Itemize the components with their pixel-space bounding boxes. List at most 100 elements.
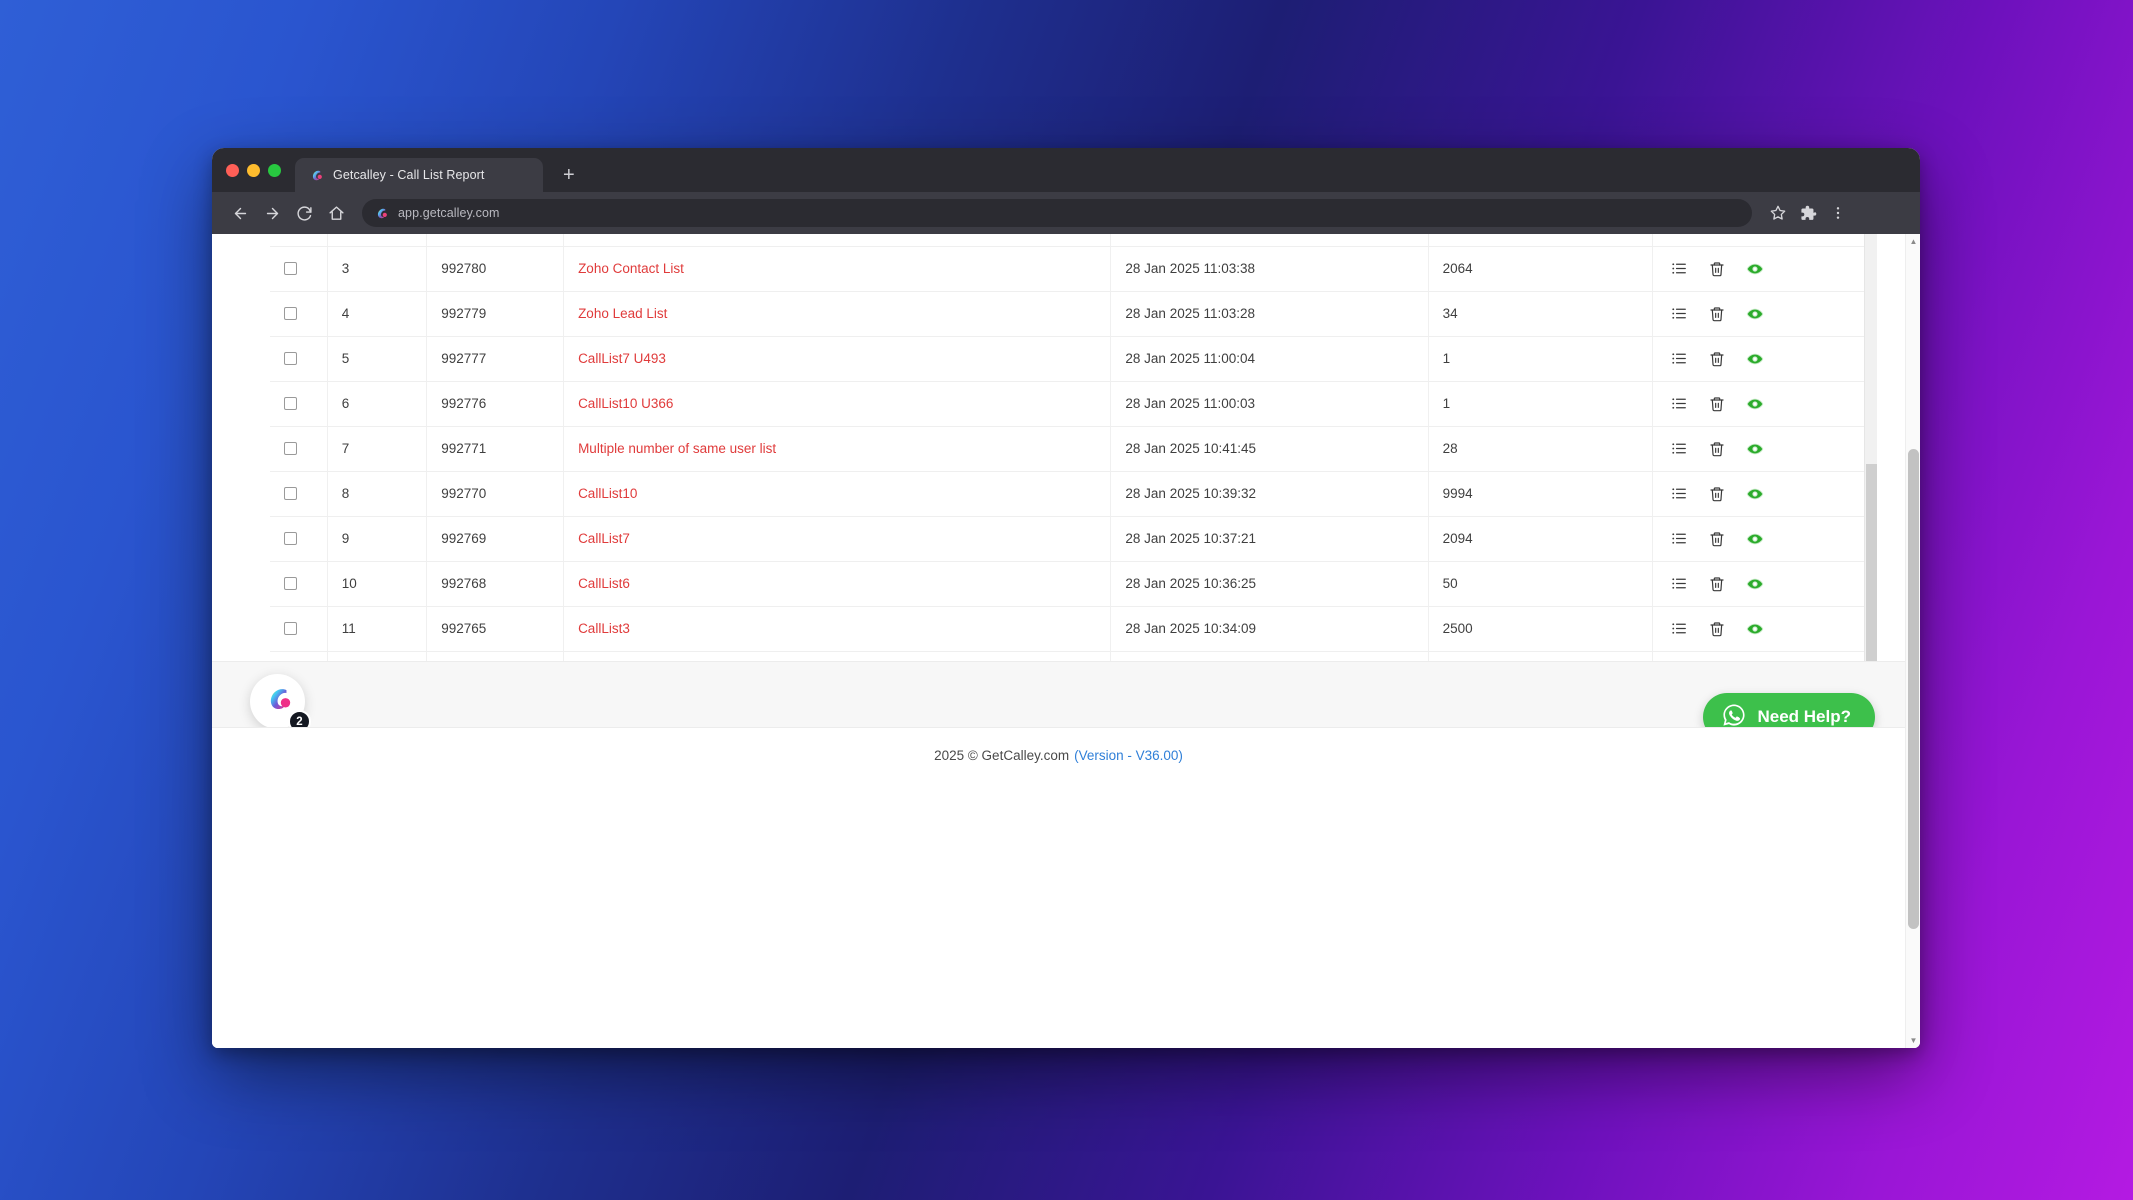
list-name-link[interactable]: CallList6 [578,576,630,591]
cell-sno: 7 [327,426,428,472]
minimize-window-button[interactable] [247,163,260,177]
call-list-table-scroll[interactable]: 3 992780 Zoho Contact List 28 Jan 2025 11:0… [270,234,1877,721]
table-row[interactable]: 3 992780 Zoho Contact List 28 Jan 2025 11:0… [270,246,1876,292]
scroll-down-arrow-icon[interactable]: ▼ [1906,1033,1920,1048]
eye-view-icon[interactable] [1746,485,1764,503]
calley-logo-icon [263,684,293,719]
site-footer: 2025 © GetCalley.com (Version - V36.00) [212,727,1905,783]
star-icon[interactable] [1764,199,1792,227]
list-name-link[interactable]: Zoho Lead List [578,306,667,321]
calley-logo-icon [309,168,324,183]
table-row[interactable]: 9 992769 CallList7 28 Jan 2025 10:37:21 2094 [270,516,1876,562]
eye-view-icon[interactable] [1746,260,1764,278]
eye-view-icon[interactable] [1746,440,1764,458]
row-checkbox[interactable] [284,487,297,500]
list-name-link[interactable]: CallList7 U493 [578,351,666,366]
scroll-up-arrow-icon[interactable]: ▲ [1906,234,1920,249]
row-action-group [1667,305,1866,323]
row-checkbox[interactable] [284,532,297,545]
table-vertical-scrollbar[interactable] [1864,234,1877,721]
trash-delete-icon[interactable] [1709,396,1725,412]
trash-delete-icon[interactable] [1709,576,1725,592]
cell-list-name: CallList7 [563,516,1112,562]
page-vertical-scrollbar[interactable]: ▲ ▼ [1905,234,1920,1048]
list-name-link[interactable]: CallList7 [578,531,630,546]
cell-total-contacts: 28 [1428,426,1653,472]
table-row-partial [270,234,1876,247]
cell-list-name: CallList10 U366 [563,381,1112,427]
forward-arrow-icon[interactable] [258,199,286,227]
puzzle-icon[interactable] [1794,199,1822,227]
browser-toolbar: app.getcalley.com [212,192,1920,234]
row-checkbox[interactable] [284,262,297,275]
row-action-group [1667,395,1866,413]
row-checkbox[interactable] [284,577,297,590]
trash-delete-icon[interactable] [1709,306,1725,322]
list-details-icon[interactable] [1671,305,1688,322]
three-dot-menu-icon[interactable] [1824,199,1852,227]
cell-list-id: 992770 [426,471,565,517]
trash-delete-icon[interactable] [1709,441,1725,457]
cell-total-contacts: 1 [1428,381,1653,427]
list-name-link[interactable]: Zoho Contact List [578,261,684,276]
cell-sno: 9 [327,516,428,562]
row-checkbox-cell [270,516,328,562]
eye-view-icon[interactable] [1746,395,1764,413]
cell-actions [1652,336,1876,382]
list-details-icon[interactable] [1671,440,1688,457]
eye-view-icon[interactable] [1746,620,1764,638]
eye-view-icon[interactable] [1746,305,1764,323]
reload-icon[interactable] [290,199,318,227]
table-row[interactable]: 6 992776 CallList10 U366 28 Jan 2025 11:00:… [270,381,1876,427]
table-row[interactable]: 7 992771 Multiple number of same user list… [270,426,1876,472]
list-details-icon[interactable] [1671,350,1688,367]
list-details-icon[interactable] [1671,395,1688,412]
list-name-link[interactable]: CallList10 [578,486,637,501]
new-tab-button[interactable]: + [563,165,575,185]
page-scrollbar-thumb[interactable] [1908,449,1919,929]
trash-delete-icon[interactable] [1709,531,1725,547]
row-checkbox[interactable] [284,352,297,365]
table-row[interactable]: 8 992770 CallList10 28 Jan 2025 10:39:32 999… [270,471,1876,517]
trash-delete-icon[interactable] [1709,486,1725,502]
list-name-link[interactable]: CallList10 U366 [578,396,673,411]
address-bar[interactable]: app.getcalley.com [362,199,1752,227]
browser-tab-active[interactable]: Getcalley - Call List Report [295,158,543,192]
trash-delete-icon[interactable] [1709,351,1725,367]
trash-delete-icon[interactable] [1709,621,1725,637]
row-checkbox[interactable] [284,442,297,455]
cell-sno: 6 [327,381,428,427]
list-details-icon[interactable] [1671,530,1688,547]
cell-list-id: 992765 [426,606,565,652]
row-action-group [1667,260,1866,278]
eye-view-icon[interactable] [1746,350,1764,368]
list-details-icon[interactable] [1671,485,1688,502]
table-row[interactable]: 4 992779 Zoho Lead List 28 Jan 2025 11:03:2… [270,291,1876,337]
close-window-button[interactable] [226,163,239,177]
cell-total-contacts: 9994 [1428,471,1653,517]
table-row[interactable]: 11 992765 CallList3 28 Jan 2025 10:34:09 250… [270,606,1876,652]
list-details-icon[interactable] [1671,575,1688,592]
browser-window: Getcalley - Call List Report + app.getca… [212,148,1920,1048]
footer-version-link[interactable]: (Version - V36.00) [1074,748,1183,763]
table-row[interactable]: 5 992777 CallList7 U493 28 Jan 2025 11:00:0… [270,336,1876,382]
eye-view-icon[interactable] [1746,530,1764,548]
eye-view-icon[interactable] [1746,575,1764,593]
list-name-link[interactable]: CallList3 [578,621,630,636]
trash-delete-icon[interactable] [1709,261,1725,277]
row-checkbox[interactable] [284,307,297,320]
maximize-window-button[interactable] [268,163,281,177]
list-details-icon[interactable] [1671,620,1688,637]
row-checkbox[interactable] [284,397,297,410]
list-name-link[interactable]: Multiple number of same user list [578,441,776,456]
row-action-group [1667,350,1866,368]
home-icon[interactable] [322,199,350,227]
back-arrow-icon[interactable] [226,199,254,227]
cell-list-id: 992780 [426,246,565,292]
cell-total-contacts: 1 [1428,336,1653,382]
list-details-icon[interactable] [1671,260,1688,277]
row-checkbox[interactable] [284,622,297,635]
table-row[interactable]: 10 992768 CallList6 28 Jan 2025 10:36:25 50 [270,561,1876,607]
cell-list-name: Zoho Lead List [563,291,1112,337]
chat-launcher-button[interactable]: 2 [250,674,311,733]
